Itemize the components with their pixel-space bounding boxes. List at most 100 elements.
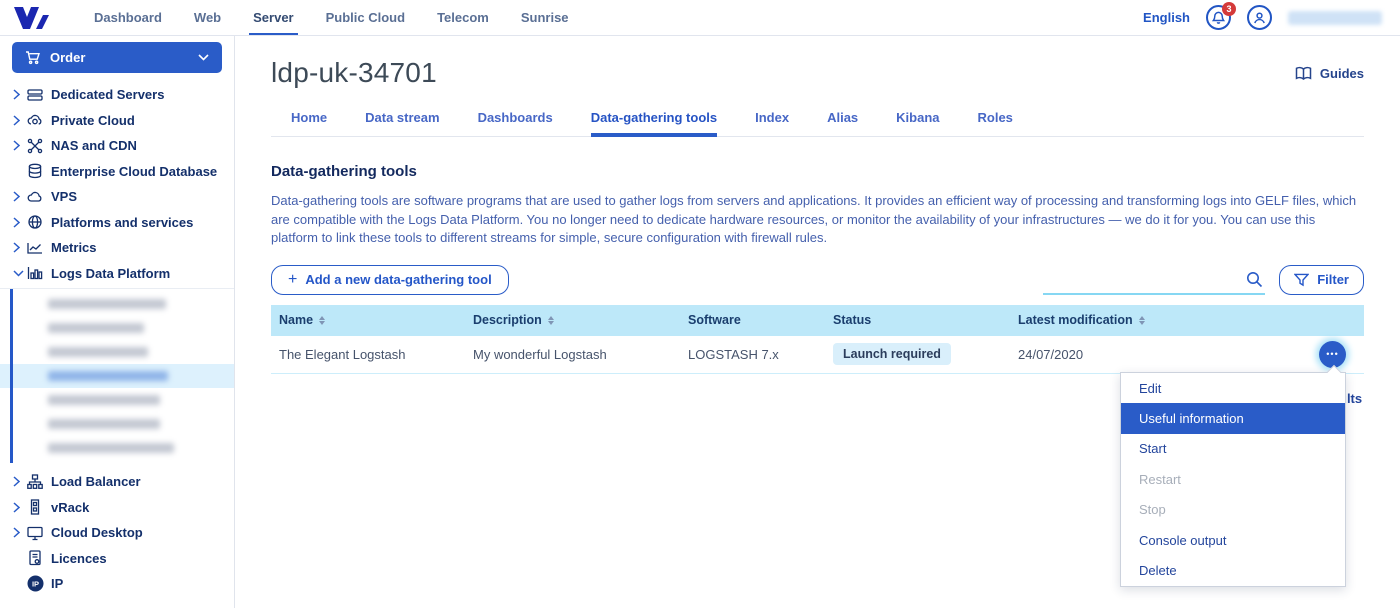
cart-icon xyxy=(25,50,41,65)
search-input[interactable] xyxy=(1043,267,1265,293)
sidebar-item-label: vRack xyxy=(51,500,89,515)
ellipsis-icon: ••• xyxy=(1326,349,1338,359)
order-button[interactable]: Order xyxy=(12,42,222,73)
topnav-item-server[interactable]: Server xyxy=(237,0,309,35)
chevron-right-icon xyxy=(13,242,27,253)
sidebar-item-ip[interactable]: IP IP xyxy=(0,571,234,597)
tab-kibana[interactable]: Kibana xyxy=(896,100,939,136)
submenu-active-bar xyxy=(10,289,13,463)
cell-latest-modification: 24/07/2020 xyxy=(1018,347,1083,362)
vps-icon xyxy=(27,189,46,205)
submenu-item-redacted[interactable] xyxy=(0,436,234,460)
sort-icon[interactable] xyxy=(548,316,554,325)
topnav-item-sunrise[interactable]: Sunrise xyxy=(505,0,585,35)
sidebar-item-licences[interactable]: Licences xyxy=(0,546,234,572)
database-icon xyxy=(27,163,46,179)
sidebar-item-nas-and-cdn[interactable]: NAS and CDN xyxy=(0,133,234,159)
sidebar-item-metrics[interactable]: Metrics xyxy=(0,235,234,261)
submenu-item-redacted[interactable] xyxy=(0,388,234,412)
tab-data-gathering-tools[interactable]: Data-gathering tools xyxy=(591,100,717,136)
sidebar-item-private-cloud[interactable]: Private Cloud xyxy=(0,108,234,134)
sort-icon[interactable] xyxy=(1139,316,1145,325)
sidebar-item-cloud-desktop[interactable]: Cloud Desktop xyxy=(0,520,234,546)
column-header-name[interactable]: Name xyxy=(279,313,313,327)
cell-description: My wonderful Logstash xyxy=(473,347,607,362)
column-header-software: Software xyxy=(688,313,741,327)
sidebar-item-enterprise-cloud-database[interactable]: Enterprise Cloud Database xyxy=(0,159,234,185)
sidebar-item-vps[interactable]: VPS xyxy=(0,184,234,210)
chevron-right-icon xyxy=(13,89,27,100)
sidebar-item-label: Platforms and services xyxy=(51,215,193,230)
sidebar-item-label: NAS and CDN xyxy=(51,138,137,153)
menu-item-console-output[interactable]: Console output xyxy=(1121,525,1345,555)
chevron-right-icon xyxy=(13,527,27,538)
submenu-item-redacted[interactable] xyxy=(0,340,234,364)
sidebar-item-label: Load Balancer xyxy=(51,474,141,489)
submenu-item-redacted[interactable] xyxy=(0,412,234,436)
notifications-button[interactable]: 3 xyxy=(1206,5,1231,30)
chevron-right-icon xyxy=(13,217,27,228)
search-icon[interactable] xyxy=(1246,271,1263,288)
sidebar-item-label: VPS xyxy=(51,189,77,204)
table-row: The Elegant Logstash My wonderful Logsta… xyxy=(271,336,1364,374)
topnav-menu: Dashboard Web Server Public Cloud Teleco… xyxy=(78,0,585,35)
sidebar-item-label: Logs Data Platform xyxy=(51,266,170,281)
load-balancer-icon xyxy=(27,474,46,490)
sidebar-item-logs-data-platform[interactable]: Logs Data Platform xyxy=(0,261,234,287)
column-header-latest-modification[interactable]: Latest modification xyxy=(1018,313,1133,327)
section-heading: Data-gathering tools xyxy=(271,163,1364,180)
submenu-item-redacted[interactable] xyxy=(0,316,234,340)
sidebar-item-platforms-and-services[interactable]: Platforms and services xyxy=(0,210,234,236)
filter-icon xyxy=(1294,273,1309,287)
table-header-row: Name Description Software Status Latest … xyxy=(271,305,1364,336)
chevron-right-icon xyxy=(13,191,27,202)
order-button-label: Order xyxy=(50,50,85,65)
service-tabs: Home Data stream Dashboards Data-gatheri… xyxy=(271,100,1364,137)
ovhcloud-logo-icon[interactable] xyxy=(12,4,52,31)
chevron-right-icon xyxy=(13,140,27,151)
filter-button[interactable]: Filter xyxy=(1279,265,1364,295)
sidebar-item-label: Private Cloud xyxy=(51,113,135,128)
licences-icon xyxy=(27,550,46,566)
tab-home[interactable]: Home xyxy=(291,100,327,136)
menu-item-start[interactable]: Start xyxy=(1121,434,1345,464)
cloud-desktop-icon xyxy=(27,525,46,541)
tab-roles[interactable]: Roles xyxy=(978,100,1013,136)
data-gathering-tools-table: Name Description Software Status Latest … xyxy=(271,305,1364,374)
notification-count-badge: 3 xyxy=(1222,2,1236,16)
tab-index[interactable]: Index xyxy=(755,100,789,136)
guides-label: Guides xyxy=(1320,66,1364,81)
tab-dashboards[interactable]: Dashboards xyxy=(478,100,553,136)
private-cloud-icon xyxy=(27,112,46,128)
topnav-item-telecom[interactable]: Telecom xyxy=(421,0,505,35)
sidebar-item-dedicated-servers[interactable]: Dedicated Servers xyxy=(0,82,234,108)
sort-icon[interactable] xyxy=(319,316,325,325)
row-actions-button[interactable]: ••• xyxy=(1319,341,1346,368)
sidebar-item-load-balancer[interactable]: Load Balancer xyxy=(0,469,234,495)
submenu-item-redacted-selected[interactable] xyxy=(0,364,234,388)
language-selector[interactable]: English xyxy=(1143,10,1190,25)
guides-button[interactable]: Guides xyxy=(1295,66,1364,81)
topnav-item-web[interactable]: Web xyxy=(178,0,237,35)
account-button[interactable] xyxy=(1247,5,1272,30)
book-icon xyxy=(1295,66,1312,81)
account-name-redacted[interactable] xyxy=(1288,11,1382,25)
tab-alias[interactable]: Alias xyxy=(827,100,858,136)
add-data-gathering-tool-button[interactable]: + Add a new data-gathering tool xyxy=(271,265,509,295)
cell-name: The Elegant Logstash xyxy=(279,347,405,362)
sidebar-item-label: IP xyxy=(51,576,63,591)
topnav-item-dashboard[interactable]: Dashboard xyxy=(78,0,178,35)
tab-data-stream[interactable]: Data stream xyxy=(365,100,439,136)
submenu-item-redacted[interactable] xyxy=(0,292,234,316)
chevron-down-icon xyxy=(13,270,27,277)
menu-item-stop: Stop xyxy=(1121,495,1345,525)
servers-icon xyxy=(27,87,46,103)
menu-item-edit[interactable]: Edit xyxy=(1121,373,1345,403)
status-badge: Launch required xyxy=(833,343,951,365)
sidebar-item-vrack[interactable]: vRack xyxy=(0,495,234,521)
menu-item-useful-information[interactable]: Useful information xyxy=(1121,403,1345,433)
column-header-description[interactable]: Description xyxy=(473,313,542,327)
ip-icon: IP xyxy=(27,575,46,592)
menu-item-delete[interactable]: Delete xyxy=(1121,555,1345,585)
topnav-item-public-cloud[interactable]: Public Cloud xyxy=(310,0,421,35)
